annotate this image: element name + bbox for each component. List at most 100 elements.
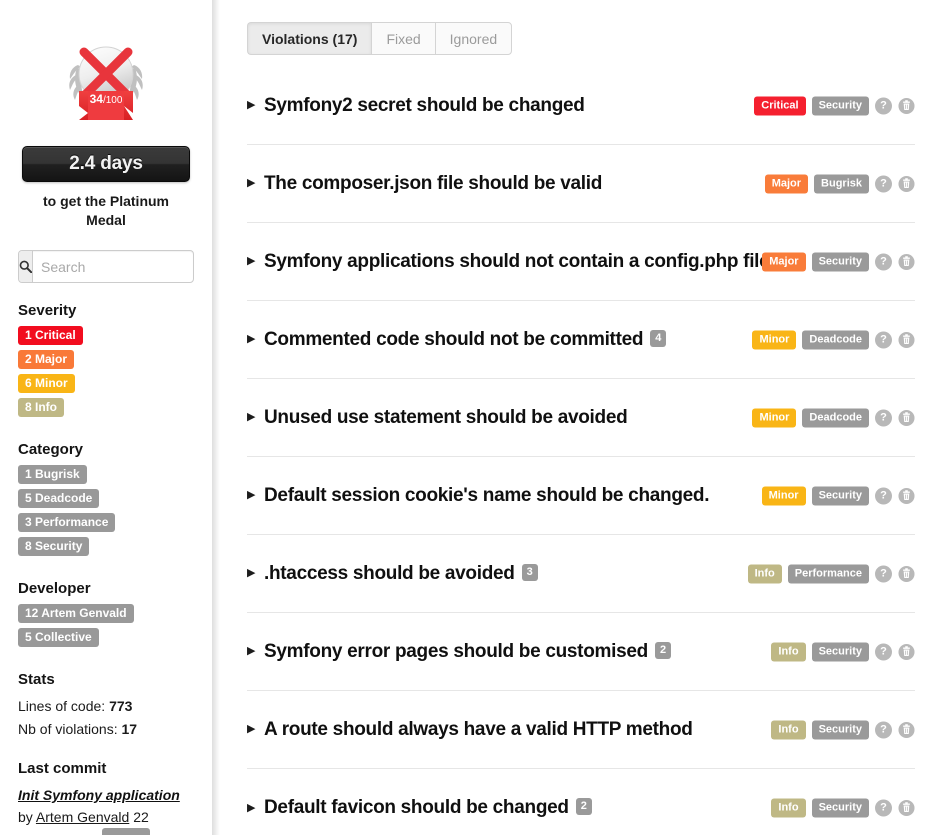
stats-section: Stats Lines of code: 773 Nb of violation… [18, 671, 194, 741]
category-badge[interactable]: Security [811, 798, 869, 818]
tab-violations[interactable]: Violations (17) [247, 22, 372, 55]
filter-tag-collective[interactable]: 5 Collective [18, 628, 99, 647]
expand-caret-icon[interactable]: ▶ [247, 490, 261, 501]
help-icon[interactable]: ? [875, 565, 892, 582]
help-icon[interactable]: ? [875, 97, 892, 114]
violation-row[interactable]: ▶ Commented code should not be committed 4… [247, 301, 915, 379]
violation-row[interactable]: ▶ Default favicon should be changed 2 Info S… [247, 769, 915, 835]
filter-tag-major[interactable]: 2 Major [18, 350, 75, 369]
category-badge[interactable]: Bugrisk [814, 174, 869, 193]
expand-caret-icon[interactable]: ▶ [247, 412, 261, 423]
severity-badge[interactable]: Info [771, 642, 806, 661]
violation-row-actions: Info Security? [771, 720, 915, 739]
filter-tag-critical[interactable]: 1 Critical [18, 326, 83, 345]
category-badge[interactable]: Security [811, 252, 869, 271]
countdown-button[interactable]: 2.4 days [22, 146, 190, 182]
violation-occurrence-count: 2 [575, 798, 592, 815]
trash-icon[interactable] [898, 175, 915, 192]
filter-tag-performance[interactable]: 3 Performance [18, 513, 116, 532]
commit-by-label: by [18, 809, 33, 825]
stat-lines-label: Lines of code: [18, 698, 106, 714]
stats-title: Stats [18, 671, 55, 688]
violation-title[interactable]: .htaccess should be avoided [264, 563, 515, 584]
violation-row[interactable]: ▶ Symfony2 secret should be changed Critic… [247, 67, 915, 145]
violation-row[interactable]: ▶ Unused use statement should be avoided M… [247, 379, 915, 457]
help-icon[interactable]: ? [875, 799, 892, 817]
expand-caret-icon[interactable]: ▶ [247, 100, 261, 111]
tab-fixed[interactable]: Fixed [371, 22, 435, 55]
violation-row[interactable]: ▶ .htaccess should be avoided 3 Info Perform… [247, 535, 915, 613]
help-icon-glyph: ? [875, 253, 892, 270]
violation-row[interactable]: ▶ A route should always have a valid HTTP… [247, 691, 915, 769]
violation-row[interactable]: ▶ Default session cookie's name should be… [247, 457, 915, 535]
help-icon[interactable]: ? [875, 643, 892, 660]
category-badge[interactable]: Deadcode [802, 330, 869, 349]
category-badge[interactable]: Deadcode [802, 408, 869, 427]
violation-title[interactable]: Unused use statement should be avoided [264, 407, 628, 428]
trash-icon[interactable] [898, 721, 915, 738]
commit-author-link[interactable]: Artem Genvald [36, 809, 129, 825]
trash-icon[interactable] [898, 487, 915, 504]
expand-caret-icon[interactable]: ▶ [247, 568, 261, 579]
severity-badge[interactable]: Major [762, 252, 806, 271]
severity-badge[interactable]: Info [771, 720, 806, 739]
violation-row[interactable]: ▶ The composer.json file should be valid M… [247, 145, 915, 223]
search-input[interactable] [33, 251, 193, 282]
trash-icon[interactable] [898, 331, 915, 348]
violation-row-actions: Critical Security? [754, 96, 915, 115]
help-icon[interactable]: ? [875, 721, 892, 738]
violation-row[interactable]: ▶ Symfony error pages should be customise… [247, 613, 915, 691]
category-badge[interactable]: Security [811, 96, 869, 115]
severity-badge[interactable]: Minor [752, 408, 797, 427]
trash-icon[interactable] [898, 565, 915, 582]
violation-title[interactable]: The composer.json file should be valid [264, 173, 602, 194]
violation-row[interactable]: ▶ Symfony applications should not contain… [247, 223, 915, 301]
filter-tag-bugrisk[interactable]: 1 Bugrisk [18, 465, 87, 484]
severity-badge[interactable]: Info [747, 564, 782, 583]
expand-caret-icon[interactable]: ▶ [247, 646, 261, 657]
help-icon[interactable]: ? [875, 409, 892, 426]
severity-badge[interactable]: Info [771, 798, 806, 818]
filter-tag-minor[interactable]: 6 Minor [18, 374, 75, 393]
trash-icon[interactable] [898, 409, 915, 426]
expand-caret-icon[interactable]: ▶ [247, 334, 261, 345]
violation-title[interactable]: Symfony error pages should be customised [264, 641, 648, 662]
help-icon[interactable]: ? [875, 253, 892, 270]
category-badge[interactable]: Performance [787, 564, 869, 583]
trash-icon[interactable] [898, 97, 915, 114]
help-icon[interactable]: ? [875, 175, 892, 192]
severity-badge[interactable]: Minor [752, 330, 797, 349]
sidebar: 34/100 2.4 days to get the Platinum Meda… [0, 0, 212, 835]
trash-icon[interactable] [898, 643, 915, 660]
severity-badge[interactable]: Major [764, 174, 809, 193]
commit-branch-tag: master [102, 828, 151, 835]
trash-icon[interactable] [898, 799, 915, 817]
filter-tag-deadcode[interactable]: 5 Deadcode [18, 489, 100, 508]
severity-badge[interactable]: Critical [754, 96, 806, 115]
violation-title[interactable]: Symfony2 secret should be changed [264, 95, 585, 116]
violation-title[interactable]: Default favicon should be changed [264, 797, 569, 818]
expand-caret-icon[interactable]: ▶ [247, 802, 261, 814]
category-badge[interactable]: Security [811, 720, 869, 739]
tab-ignored[interactable]: Ignored [434, 22, 513, 55]
expand-caret-icon[interactable]: ▶ [247, 724, 261, 735]
filter-group-developer: Developer 12 Artem Genvald 5 Collective [18, 580, 194, 652]
violation-title[interactable]: Commented code should not be committed [264, 329, 643, 350]
category-badge[interactable]: Security [811, 486, 869, 505]
severity-badge[interactable]: Minor [761, 486, 806, 505]
help-icon[interactable]: ? [875, 331, 892, 348]
trash-icon[interactable] [898, 253, 915, 270]
help-icon-glyph: ? [875, 97, 892, 114]
violation-title[interactable]: Default session cookie's name should be … [264, 485, 709, 506]
filter-tag-info[interactable]: 8 Info [18, 398, 64, 417]
filter-tag-artem-genvald[interactable]: 12 Artem Genvald [18, 604, 134, 623]
violation-title[interactable]: A route should always have a valid HTTP … [264, 719, 693, 740]
commit-message-link[interactable]: Init Symfony application [18, 784, 194, 806]
category-badge[interactable]: Security [811, 642, 869, 661]
filter-tag-security[interactable]: 8 Security [18, 537, 90, 556]
expand-caret-icon[interactable]: ▶ [247, 178, 261, 189]
expand-caret-icon[interactable]: ▶ [247, 256, 261, 267]
help-icon[interactable]: ? [875, 487, 892, 504]
filter-title-category: Category [18, 441, 84, 458]
violation-title[interactable]: Symfony applications should not contain … [264, 251, 770, 272]
